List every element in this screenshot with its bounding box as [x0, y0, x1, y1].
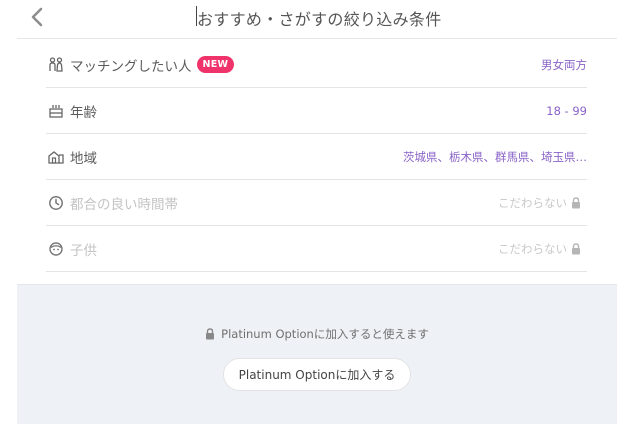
house-icon	[48, 149, 64, 165]
clock-icon	[48, 195, 64, 211]
filter-row-time[interactable]: 都合の良い時間帯 こだわらない	[46, 180, 587, 226]
page-title: おすすめ・さがすの絞り込み条件	[197, 10, 442, 29]
filter-label: マッチングしたい人	[70, 58, 192, 75]
header: おすすめ・さがすの絞り込み条件	[0, 0, 620, 38]
couple-icon	[48, 56, 64, 73]
filter-label: 子供	[70, 242, 97, 259]
filter-row-region[interactable]: 地域 茨城県、栃木県、群馬県、埼玉県…	[46, 134, 587, 180]
join-platinum-button[interactable]: Platinum Optionに加入する	[223, 358, 411, 391]
filter-label: 地域	[70, 150, 97, 167]
filter-value: 18 - 99	[546, 103, 587, 118]
filter-label: 年齢	[70, 104, 97, 121]
upgrade-notice-text: Platinum Optionに加入すると使えます	[221, 327, 429, 341]
filter-label: 都合の良い時間帯	[70, 196, 178, 213]
filter-row-children[interactable]: 子供 こだわらない	[46, 226, 587, 272]
new-badge: NEW	[196, 56, 235, 73]
filter-value: こだわらない	[498, 195, 581, 211]
filter-value-text: こだわらない	[498, 241, 567, 256]
filter-value: こだわらない	[498, 241, 581, 257]
child-face-icon	[48, 241, 64, 257]
filter-value: 男女両方	[541, 57, 587, 72]
chevron-left-icon[interactable]	[30, 7, 44, 27]
lock-icon	[571, 196, 581, 209]
filter-row-age[interactable]: 年齢 18 - 99	[46, 88, 587, 134]
filter-value-text: こだわらない	[498, 195, 567, 210]
lock-icon	[571, 242, 581, 255]
back-button[interactable]	[22, 2, 52, 32]
lock-icon	[205, 328, 215, 340]
filter-value: 茨城県、栃木県、群馬県、埼玉県…	[403, 149, 587, 164]
cake-icon	[48, 103, 64, 119]
upgrade-notice: Platinum Optionに加入すると使えます	[17, 326, 617, 342]
filter-list: マッチングしたい人 NEW 男女両方 年齢 18 - 99 地域 茨城県、栃木県…	[46, 42, 587, 272]
filter-row-matching[interactable]: マッチングしたい人 NEW 男女両方	[46, 42, 587, 88]
upgrade-panel: Platinum Optionに加入すると使えます Platinum Optio…	[17, 284, 617, 424]
header-divider	[17, 38, 617, 39]
